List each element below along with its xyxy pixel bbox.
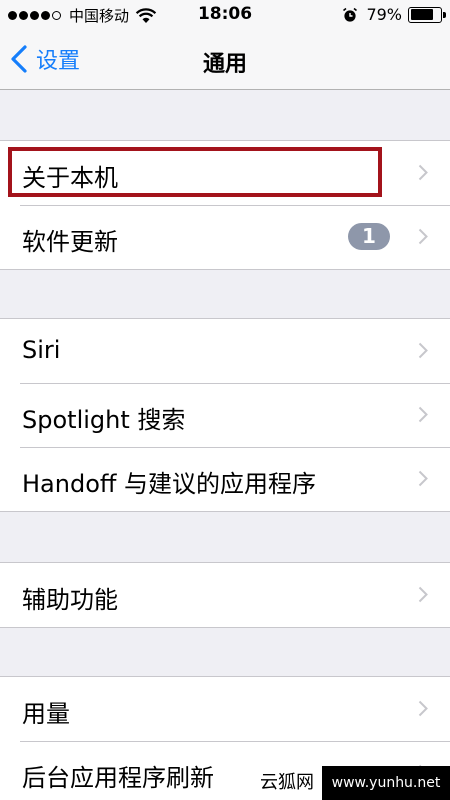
navigation-bar: 设置 通用	[0, 30, 450, 90]
status-right: 79%	[342, 5, 446, 24]
row-accessibility[interactable]: 辅助功能	[0, 563, 450, 627]
row-label: Handoff 与建议的应用程序	[22, 470, 317, 498]
chevron-right-icon	[418, 164, 428, 181]
row-siri[interactable]: Siri	[0, 319, 450, 383]
chevron-right-icon	[418, 342, 428, 359]
settings-group-accessibility: 辅助功能	[0, 562, 450, 628]
status-bar: 中国移动 18:06 79%	[0, 0, 450, 30]
battery-percent: 79%	[366, 5, 402, 24]
chevron-right-icon	[418, 700, 428, 717]
row-label: 用量	[22, 700, 70, 728]
chevron-right-icon	[418, 406, 428, 423]
row-handoff[interactable]: Handoff 与建议的应用程序	[0, 447, 450, 511]
settings-group-search: Siri Spotlight 搜索 Handoff 与建议的应用程序	[0, 318, 450, 512]
battery-icon	[408, 6, 446, 23]
row-software-update[interactable]: 软件更新 1	[0, 205, 450, 269]
chevron-right-icon	[418, 470, 428, 487]
settings-group-about: 关于本机 软件更新 1	[0, 140, 450, 270]
row-label: 关于本机	[22, 164, 118, 192]
watermark: 云狐网 www.yunhu.net	[252, 766, 450, 800]
chevron-right-icon	[418, 586, 428, 603]
row-usage[interactable]: 用量	[0, 677, 450, 741]
alarm-clock-icon	[343, 7, 358, 22]
row-label: 辅助功能	[22, 586, 118, 614]
chevron-right-icon	[418, 228, 428, 245]
row-about-device[interactable]: 关于本机	[0, 141, 450, 205]
row-label: 软件更新	[22, 228, 118, 256]
update-count-badge: 1	[348, 223, 390, 250]
watermark-url: www.yunhu.net	[322, 766, 450, 800]
watermark-site-name: 云狐网	[252, 766, 322, 800]
battery-fill	[410, 9, 434, 20]
row-label: Siri	[22, 336, 61, 364]
row-label: 后台应用程序刷新	[22, 764, 214, 792]
page-title: 通用	[202, 52, 247, 77]
row-spotlight-search[interactable]: Spotlight 搜索	[0, 383, 450, 447]
row-label: Spotlight 搜索	[22, 406, 186, 434]
